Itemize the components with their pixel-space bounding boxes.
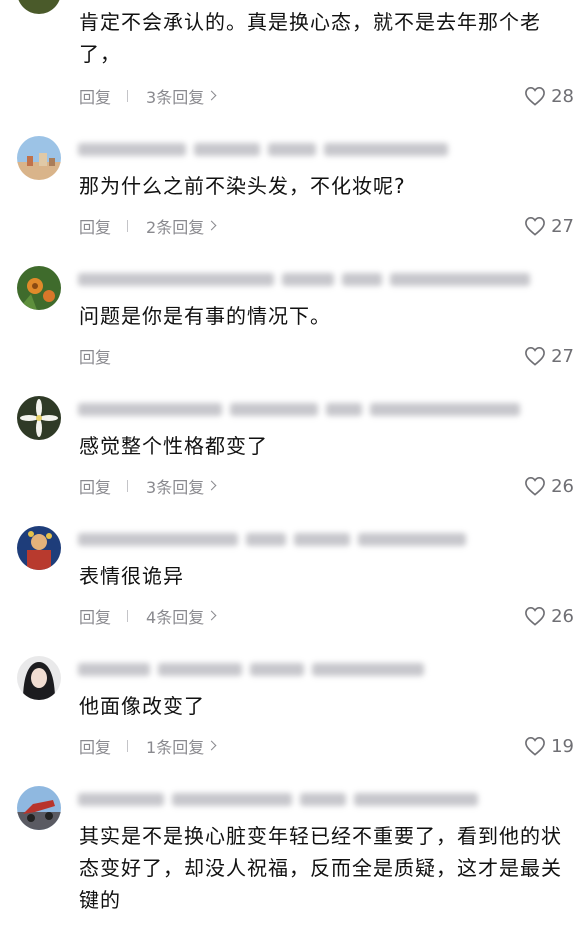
- divider: [127, 610, 129, 622]
- comment-text: 感觉整个性格都变了: [79, 434, 268, 458]
- heart-outline-icon: [525, 606, 546, 626]
- reply-button[interactable]: 回复: [79, 344, 111, 368]
- comment-actions: 回复 2条回复: [79, 214, 217, 238]
- avatar[interactable]: [17, 136, 61, 180]
- heart-outline-icon: [525, 216, 546, 236]
- reply-button[interactable]: 回复: [79, 474, 111, 498]
- divider: [127, 740, 129, 752]
- chevron-right-icon: [206, 90, 217, 101]
- reply-button[interactable]: 回复: [79, 734, 111, 758]
- avatar[interactable]: [17, 396, 61, 440]
- like-count: 27: [551, 345, 574, 367]
- avatar[interactable]: [17, 656, 61, 700]
- divider: [127, 90, 129, 102]
- like-button[interactable]: 19: [524, 734, 574, 758]
- like-button[interactable]: 27: [524, 214, 574, 238]
- comment-text: 表情很诡异: [79, 564, 184, 588]
- like-button[interactable]: 26: [524, 474, 574, 498]
- username-blurred[interactable]: [78, 660, 424, 678]
- like-button[interactable]: 26: [524, 604, 574, 628]
- username-blurred[interactable]: [78, 400, 520, 418]
- heart-outline-icon: [525, 476, 546, 496]
- username-blurred[interactable]: [78, 140, 448, 158]
- avatar[interactable]: [17, 526, 61, 570]
- like-button[interactable]: 28: [524, 84, 574, 108]
- view-replies-label: 4条回复: [146, 608, 205, 627]
- comment-text: 问题是你是有事的情况下。: [79, 304, 331, 328]
- chevron-right-icon: [206, 740, 217, 751]
- view-replies-label: 1条回复: [146, 738, 205, 757]
- reply-button[interactable]: 回复: [79, 214, 111, 238]
- comment-text: 其实是不是换心脏变年轻已经不重要了，看到他的状态变好了，却没人祝福，反而全是质疑…: [79, 824, 562, 912]
- avatar[interactable]: [17, 266, 61, 310]
- view-replies-button[interactable]: 3条回复: [146, 474, 217, 498]
- comment-actions: 回复 4条回复: [79, 604, 217, 628]
- comment-text: 他面像改变了: [79, 694, 205, 718]
- chevron-right-icon: [206, 610, 217, 621]
- view-replies-button[interactable]: 2条回复: [146, 214, 217, 238]
- heart-outline-icon: [525, 346, 546, 366]
- like-button[interactable]: 27: [524, 344, 574, 368]
- divider: [127, 480, 129, 492]
- reply-button[interactable]: 回复: [79, 604, 111, 628]
- chevron-right-icon: [206, 220, 217, 231]
- username-blurred[interactable]: [78, 790, 478, 808]
- view-replies-label: 2条回复: [146, 218, 205, 237]
- comment-actions: 回复: [79, 345, 111, 367]
- comment-actions: 回复 3条回复: [79, 474, 217, 498]
- like-count: 26: [551, 605, 574, 627]
- username-blurred[interactable]: [78, 530, 466, 548]
- view-replies-button[interactable]: 4条回复: [146, 604, 217, 628]
- like-count: 19: [551, 735, 574, 757]
- like-count: 27: [551, 215, 574, 237]
- like-count: 26: [551, 475, 574, 497]
- comment-text: 那为什么之前不染头发，不化妆呢?: [79, 174, 406, 198]
- view-replies-label: 3条回复: [146, 88, 205, 107]
- comment-text: 肯定不会承认的。真是换心态，就不是去年那个老了，: [79, 10, 541, 66]
- heart-outline-icon: [525, 86, 546, 106]
- divider: [127, 220, 129, 232]
- reply-button[interactable]: 回复: [79, 84, 111, 108]
- view-replies-label: 3条回复: [146, 478, 205, 497]
- username-blurred[interactable]: [78, 270, 530, 288]
- chevron-right-icon: [206, 480, 217, 491]
- heart-outline-icon: [525, 736, 546, 756]
- like-count: 28: [551, 85, 574, 107]
- comment-actions: 回复 1条回复: [79, 734, 217, 758]
- avatar[interactable]: [17, 786, 61, 830]
- comment-actions: 回复 3条回复: [79, 84, 217, 108]
- avatar[interactable]: [17, 0, 61, 14]
- view-replies-button[interactable]: 1条回复: [146, 734, 217, 758]
- view-replies-button[interactable]: 3条回复: [146, 84, 217, 108]
